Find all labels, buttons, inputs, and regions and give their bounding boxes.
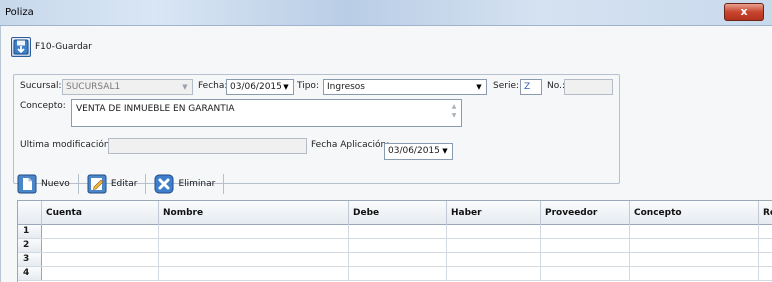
serie-input[interactable]: Z [520, 79, 542, 95]
row-number: 3 [18, 253, 42, 266]
fecha-value: 03/06/2015 [230, 82, 282, 92]
close-button[interactable]: x [724, 3, 764, 21]
table-row[interactable]: 4 [18, 267, 772, 281]
nuevo-label: Nuevo [41, 179, 70, 189]
concepto-value: VENTA DE INMUEBLE EN GARANTIA [76, 104, 235, 114]
sucursal-label: Sucursal: [20, 81, 62, 91]
poliza-grid[interactable]: Cuenta Nombre Debe Haber Proveedor Conce… [17, 200, 772, 282]
grid-header: Cuenta Nombre Debe Haber Proveedor Conce… [18, 201, 772, 225]
tipo-select[interactable]: Ingresos ▼ [323, 79, 487, 95]
toolbar-separator [145, 174, 147, 194]
row-number: 2 [18, 239, 42, 252]
column-header-proveedor[interactable]: Proveedor [541, 201, 630, 225]
title-bar: Poliza x [0, 0, 772, 26]
concepto-textarea[interactable]: VENTA DE INMUEBLE EN GARANTIA ▲ ▼ [71, 99, 462, 127]
column-header-concepto[interactable]: Concepto [630, 201, 759, 225]
fecha-label: Fecha: [198, 81, 228, 91]
delete-icon [154, 174, 174, 194]
new-document-icon [17, 174, 37, 194]
column-header-debe[interactable]: Debe [349, 201, 447, 225]
save-label[interactable]: F10-Guardar [35, 42, 92, 52]
toolbar-separator [77, 174, 79, 194]
concepto-label: Concepto: [20, 101, 66, 111]
editar-label: Editar [110, 179, 138, 189]
corner-cell [18, 201, 42, 225]
edit-icon [87, 174, 107, 194]
editar-button[interactable]: Editar [81, 173, 144, 195]
fecha-date-picker[interactable]: 03/06/2015 ▼ [226, 79, 294, 95]
save-button[interactable] [11, 37, 31, 57]
column-header-re[interactable]: Re [759, 201, 772, 225]
column-header-cuenta[interactable]: Cuenta [42, 201, 159, 225]
ultima-modificacion-label: Ultima modificación: [20, 140, 113, 150]
poliza-window: F10-Guardar Sucursal: SUCURSAL1 ▼ Fecha:… [0, 26, 772, 282]
serie-label: Serie: [493, 81, 520, 91]
table-row[interactable]: 2 [18, 239, 772, 253]
poliza-header-group: Sucursal: SUCURSAL1 ▼ Fecha: 03/06/2015 … [13, 74, 620, 184]
tipo-label: Tipo: [297, 81, 319, 91]
toolbar-separator [223, 174, 225, 194]
numero-label: No.: [547, 81, 565, 91]
window-title: Poliza [5, 7, 34, 18]
grid-toolbar: Nuevo Editar Eliminar [11, 172, 226, 196]
chevron-down-icon[interactable]: ▼ [439, 145, 451, 157]
save-icon [13, 39, 29, 55]
main-toolbar: F10-Guardar [11, 36, 92, 58]
table-row[interactable]: 1 [18, 225, 772, 239]
sucursal-value: SUCURSAL1 [66, 82, 121, 92]
tipo-value: Ingresos [327, 82, 365, 92]
scroll-arrows-icon[interactable]: ▲ ▼ [449, 102, 459, 122]
eliminar-label: Eliminar [178, 179, 216, 189]
chevron-down-icon[interactable]: ▼ [473, 81, 485, 93]
fecha-aplicacion-label: Fecha Aplicación: [311, 140, 390, 150]
column-header-nombre[interactable]: Nombre [159, 201, 349, 225]
fecha-aplicacion-date-picker[interactable]: 03/06/2015 ▼ [384, 143, 453, 160]
column-header-haber[interactable]: Haber [447, 201, 541, 225]
row-number: 1 [18, 225, 42, 238]
chevron-down-icon: ▼ [182, 83, 188, 91]
ultima-modificacion-field [108, 138, 307, 154]
nuevo-button[interactable]: Nuevo [11, 173, 76, 195]
sucursal-select: SUCURSAL1 ▼ [62, 79, 193, 95]
table-row[interactable]: 3 [18, 253, 772, 267]
chevron-down-icon[interactable]: ▼ [280, 81, 292, 93]
fecha-aplicacion-value: 03/06/2015 [388, 146, 440, 156]
numero-input [564, 79, 613, 95]
eliminar-button[interactable]: Eliminar [148, 173, 221, 195]
row-number: 4 [18, 267, 42, 280]
